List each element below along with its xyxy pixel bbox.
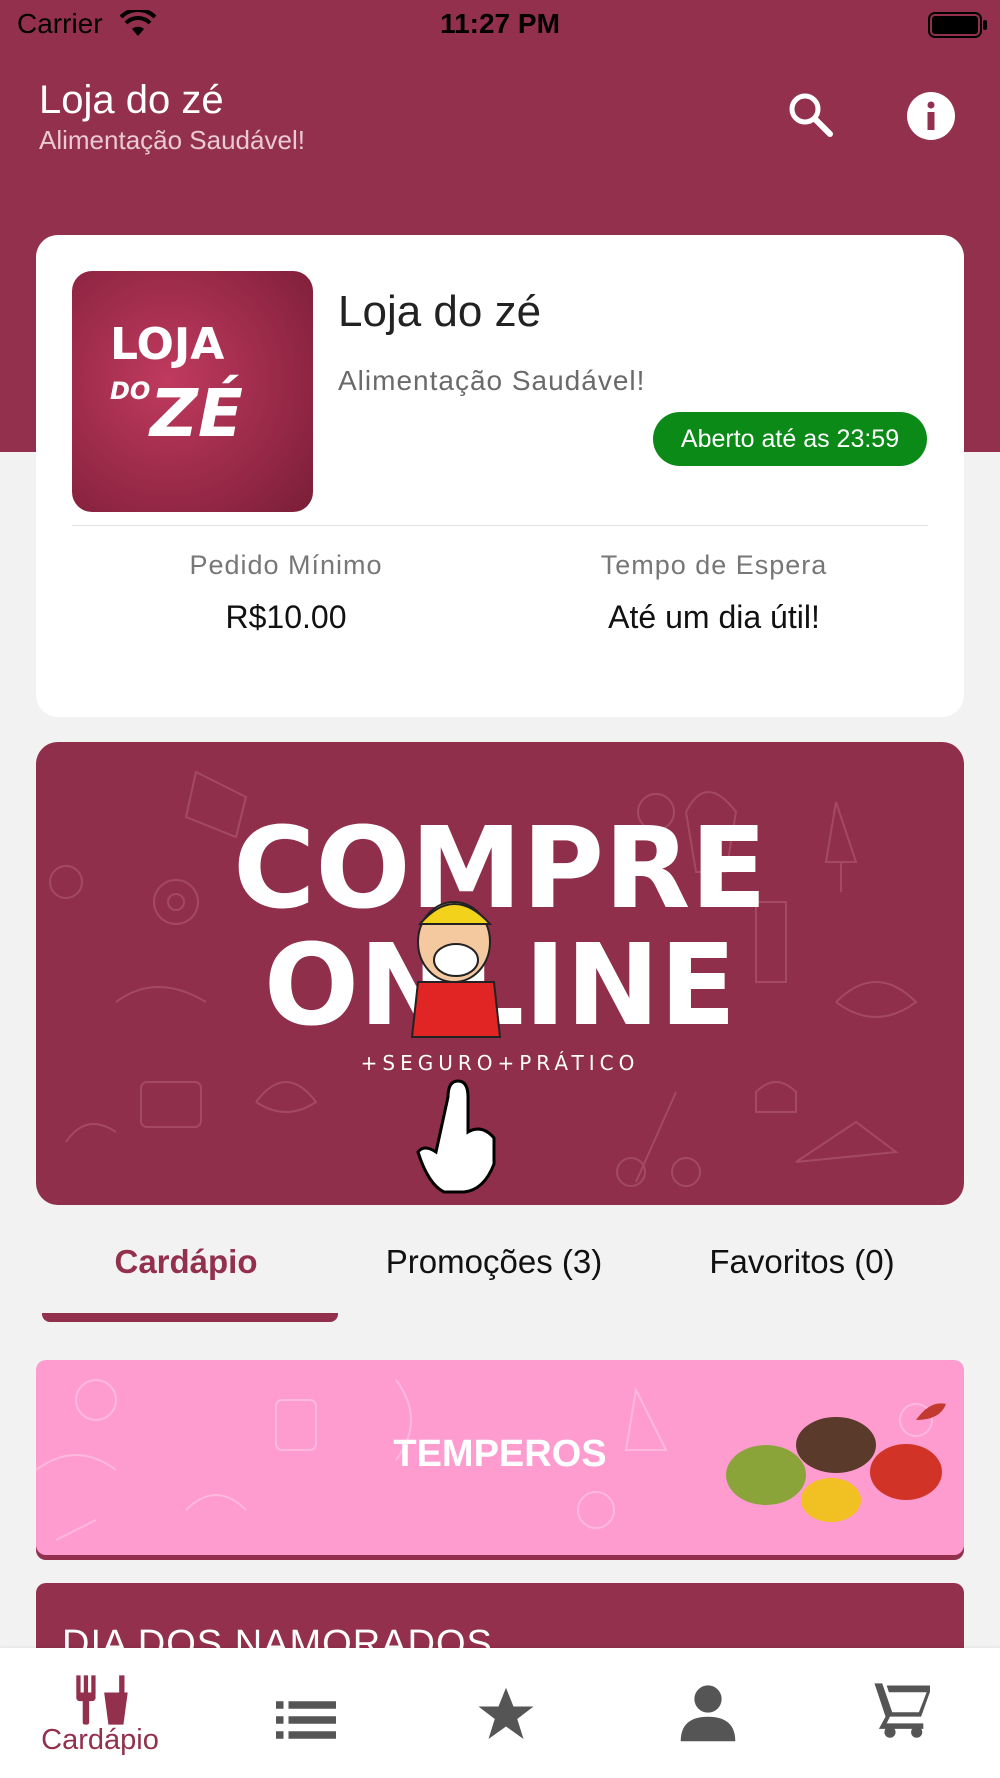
- store-subtitle: Alimentação Saudável!: [338, 365, 646, 396]
- active-tab-indicator: [42, 1313, 338, 1322]
- nav-list[interactable]: [200, 1648, 400, 1778]
- svg-text:DO: DO: [110, 377, 150, 405]
- tab-cardapio[interactable]: Cardápio: [40, 1243, 332, 1281]
- open-status-badge: Aberto até as 23:59: [653, 412, 927, 466]
- info-icon: [907, 92, 955, 140]
- search-icon: [789, 93, 833, 137]
- nav-favorites[interactable]: [400, 1648, 600, 1778]
- bottom-navigation: Cardápio: [0, 1648, 1000, 1778]
- promo-banner[interactable]: COMPRE ONLINE +SEGURO+PRÁTICO: [36, 742, 964, 1205]
- app-title: Loja do zé: [39, 78, 224, 122]
- svg-text:+SEGURO+PRÁTICO: +SEGURO+PRÁTICO: [361, 1051, 640, 1075]
- wait-time-value: Até um dia útil!: [608, 599, 820, 635]
- menu-tabs: Cardápio Promoções (3) Favoritos (0): [0, 1225, 1000, 1325]
- category-label: TEMPEROS: [393, 1433, 607, 1475]
- battery-icon: [928, 12, 987, 38]
- nav-cardapio[interactable]: Cardápio: [0, 1648, 200, 1778]
- min-order-block: Pedido Mínimo R$10.00: [72, 550, 500, 636]
- nav-cart[interactable]: [800, 1648, 1000, 1778]
- search-button[interactable]: [786, 90, 836, 140]
- restaurant-icon: [76, 1675, 128, 1725]
- info-button[interactable]: [905, 90, 957, 142]
- svg-text:COMPRE: COMPRE: [233, 804, 767, 934]
- category-card-temperos[interactable]: TEMPEROS: [36, 1360, 964, 1555]
- divider: [72, 525, 928, 526]
- nav-profile[interactable]: [600, 1648, 800, 1778]
- status-bar: Carrier 11:27 PM: [0, 0, 1000, 50]
- store-logo: LOJA DO ZÉ: [72, 271, 313, 512]
- nav-label-cardapio: Cardápio: [41, 1724, 159, 1756]
- app-subtitle: Alimentação Saudável!: [39, 125, 305, 155]
- star-icon: [478, 1687, 534, 1739]
- svg-text:LOJA: LOJA: [110, 319, 224, 370]
- wait-time-label: Tempo de Espera: [600, 550, 828, 580]
- cart-icon: [872, 1683, 930, 1738]
- min-order-value: R$10.00: [225, 599, 347, 635]
- banner-doodle-pattern: COMPRE ONLINE +SEGURO+PRÁTICO: [49, 770, 918, 1194]
- clock: 11:27 PM: [440, 8, 560, 39]
- tab-promocoes[interactable]: Promoções (3): [350, 1243, 638, 1281]
- min-order-label: Pedido Mínimo: [189, 550, 383, 580]
- store-name: Loja do zé: [338, 287, 542, 336]
- tab-favoritos[interactable]: Favoritos (0): [660, 1243, 944, 1281]
- store-info-card: LOJA DO ZÉ Loja do zé Alimentação Saudáv…: [36, 235, 964, 717]
- pointer-hand-icon: [416, 1079, 496, 1194]
- store-logo-art: LOJA DO ZÉ: [110, 319, 243, 452]
- svg-text:ZÉ: ZÉ: [148, 374, 243, 452]
- wait-time-block: Tempo de Espera Até um dia útil!: [500, 550, 928, 636]
- list-icon: [276, 1701, 336, 1739]
- person-icon: [680, 1685, 736, 1742]
